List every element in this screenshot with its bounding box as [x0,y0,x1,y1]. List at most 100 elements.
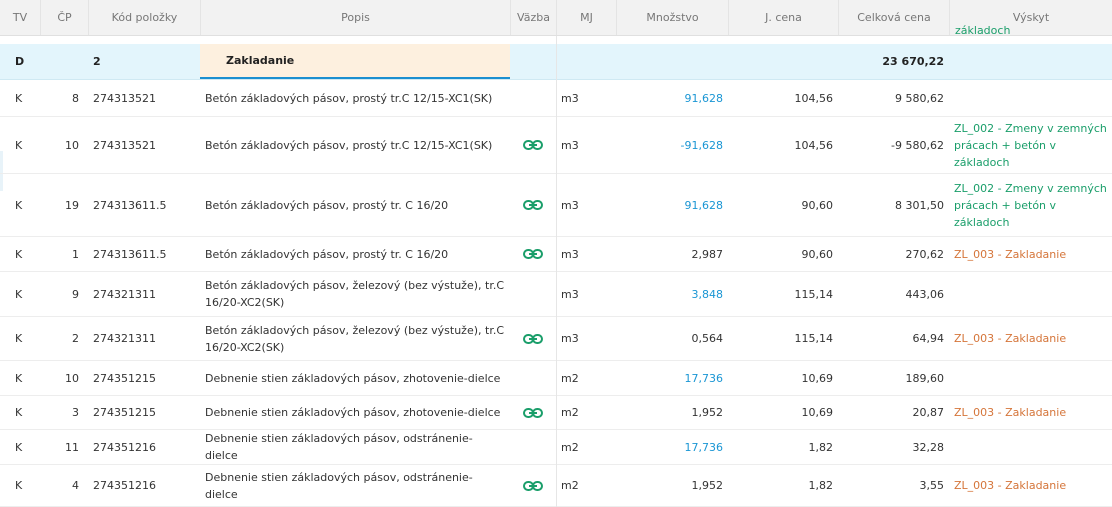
link-icon[interactable] [515,480,551,492]
cell-vazba [510,361,556,395]
cell-popis: Betón základových pásov, prostý tr.C 12/… [205,138,493,152]
cell-jcena: 115,14 [794,287,834,301]
table-header: TV ČP Kód položky Popis Väzba MJ Množstv… [0,0,1112,36]
cell-cp: 2 [72,332,79,345]
cell-tv: K [15,332,23,345]
cell-popis: Betón základových pásov, prostý tr.C 12/… [205,91,493,105]
cell-vazba [510,117,556,173]
cell-mnozstvo[interactable]: 91,628 [616,80,728,116]
cell-jcena: 90,60 [801,198,834,212]
cell-celkova: 32,28 [912,440,945,454]
cell-vyskyt: ZL_003 - Zakladanie [954,332,1067,345]
cell-tv: K [15,138,23,152]
col-header-vazba[interactable]: Väzba [510,0,556,35]
cell-jcena: 90,60 [801,247,834,261]
cell-mj: m2 [561,371,579,385]
col-header-jcena[interactable]: J. cena [728,0,838,35]
cell-kod: 274351216 [93,440,156,454]
cell-celkova: 23 670,22 [882,55,944,68]
cell-jcena: 1,82 [808,440,834,454]
cell-cp: 9 [72,287,79,301]
cell-cp: 4 [72,479,79,492]
cell-vyskyt: ZL_003 - Zakladanie [954,406,1067,419]
link-icon[interactable] [515,199,551,211]
cell-mj: m3 [561,198,579,212]
cell-popis: Betón základových pásov, prostý tr. C 16… [205,247,449,261]
cell-vyskyt [949,272,1112,316]
col-header-celkova[interactable]: Celková cena [838,0,949,35]
cell-kod: 274313521 [93,91,156,105]
cell-jcena: 104,56 [794,91,834,105]
col-header-tv[interactable]: TV [0,0,40,35]
cell-mnozstvo[interactable]: 17,736 [616,361,728,395]
cell-mnozstvo[interactable]: 1,952 [616,396,728,429]
cell-mj: m2 [561,406,579,419]
cell-celkova: -9 580,62 [891,138,944,152]
cell-popis: Debnenie stien základových pásov, zhotov… [205,371,501,385]
cell-tv: K [15,440,23,454]
cell-cp: 1 [72,247,79,261]
cell-mnozstvo[interactable]: 0,564 [616,317,728,360]
cell-mj: m3 [561,332,579,345]
link-icon[interactable] [515,407,551,419]
cell-vazba [510,317,556,360]
cell-mnozstvo[interactable]: 17,736 [616,430,728,464]
cell-vyskyt [949,430,1112,464]
cell-tv: D [15,55,25,68]
cell-cp: 8 [72,91,79,105]
column-divider [556,35,557,507]
cell-mnozstvo[interactable]: 91,628 [616,174,728,236]
link-icon[interactable] [515,248,551,260]
cell-mnozstvo[interactable]: -91,628 [616,117,728,173]
cell-celkova: 270,62 [905,247,945,261]
cell-mj: m3 [561,287,579,301]
cell-jcena: 10,69 [801,371,834,385]
cell-popis: Betón základových pásov, prostý tr. C 16… [205,198,449,212]
cell-mnozstvo[interactable]: 3,848 [616,272,728,316]
cell-cp: 19 [65,198,79,212]
cell-vazba [510,237,556,271]
cell-mj: m3 [561,91,579,105]
cell-tv: K [15,371,23,385]
cell-celkova: 9 580,62 [895,91,944,105]
cell-popis: Betón základových pásov, železový (bez v… [205,323,505,354]
cell-celkova: 189,60 [905,371,945,385]
scrolled-text-fragment: základoch [955,24,1011,37]
cell-popis: Zakladanie [200,44,510,79]
cell-tv: K [15,406,23,419]
cell-tv: K [15,91,23,105]
cell-mnozstvo[interactable]: 2,987 [616,237,728,271]
cell-vazba [510,80,556,116]
cell-celkova: 64,94 [912,332,945,345]
cell-popis: Debnenie stien základových pásov, zhotov… [205,406,501,419]
cell-vyskyt: ZL_002 - Zmeny v zemných prácach + betón… [954,121,1107,169]
cell-jcena: 10,69 [801,406,834,419]
cell-vazba [510,272,556,316]
cell-kod: 274351215 [93,406,156,419]
col-header-mj[interactable]: MJ [556,0,616,35]
cell-mj: m3 [561,138,579,152]
cell-mj: m2 [561,479,579,492]
cell-celkova: 3,55 [919,479,945,492]
link-icon[interactable] [515,139,551,151]
cell-mnozstvo[interactable]: 1,952 [616,465,728,506]
link-icon[interactable] [515,333,551,345]
cell-jcena: 1,82 [808,479,834,492]
cell-cp: 10 [65,371,79,385]
cell-cp: 2 [93,55,101,68]
cell-kod: 274351215 [93,371,156,385]
cell-tv: K [15,198,23,212]
cell-jcena: 104,56 [794,138,834,152]
cell-tv: K [15,247,23,261]
cell-vyskyt: ZL_003 - Zakladanie [954,479,1067,492]
cell-mj: m3 [561,247,579,261]
col-header-kod[interactable]: Kód položky [88,0,200,35]
cell-kod: 274313611.5 [93,247,167,261]
col-header-cp[interactable]: ČP [40,0,88,35]
cell-cp: 11 [65,440,79,454]
cell-vyskyt: ZL_002 - Zmeny v zemných prácach + betón… [954,181,1107,229]
col-header-mnozstvo[interactable]: Množstvo [616,0,728,35]
cell-cp: 10 [65,138,79,152]
col-header-popis[interactable]: Popis [200,0,510,35]
cell-kod: 274313521 [93,138,156,152]
